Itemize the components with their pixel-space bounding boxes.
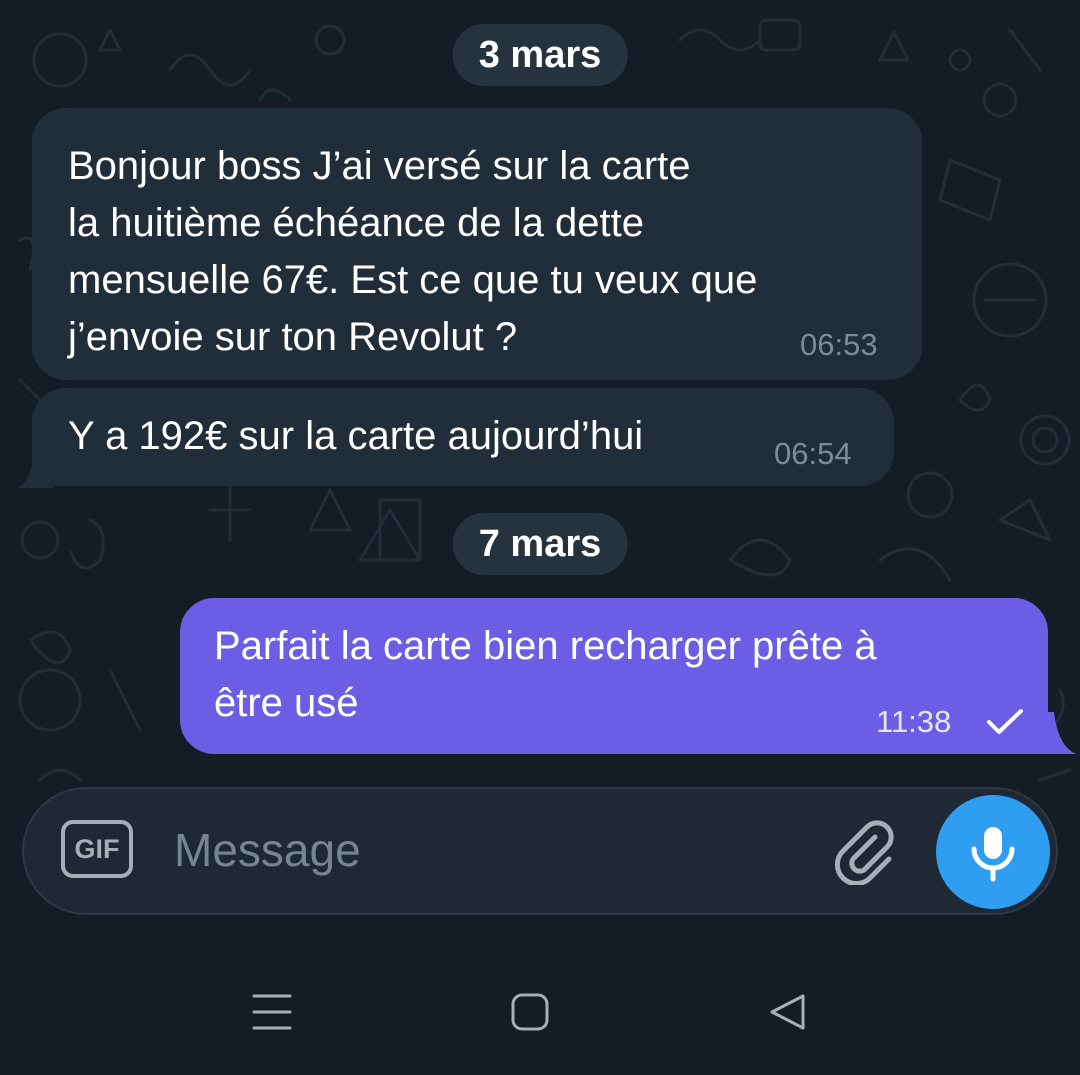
back-triangle-icon[interactable] <box>768 992 808 1032</box>
message-time: 06:53 <box>800 327 878 362</box>
message-bubble-incoming[interactable]: Y a 192€ sur la carte aujourd’hui 06:54 <box>32 388 894 486</box>
paperclip-icon[interactable] <box>829 815 899 885</box>
message-composer: GIF Message <box>22 787 1058 915</box>
message-time: 06:54 <box>774 436 852 471</box>
single-check-icon <box>987 709 1023 734</box>
voice-record-button[interactable] <box>936 795 1050 909</box>
gif-button[interactable]: GIF <box>61 820 133 878</box>
chat-screen: 3 mars Bonjour boss J’ai versé sur la ca… <box>0 0 1080 1075</box>
message-text: Y a 192€ sur la carte aujourd’hui <box>68 414 644 458</box>
home-square-icon[interactable] <box>510 992 550 1032</box>
message-bubble-incoming[interactable]: Bonjour boss J’ai versé sur la carte la … <box>32 108 922 380</box>
menu-icon[interactable] <box>252 992 292 1032</box>
message-input[interactable]: Message <box>174 817 361 883</box>
message-bubble-outgoing[interactable]: Parfait la carte bien recharger prête à … <box>180 598 1048 754</box>
message-time: 11:38 <box>876 704 952 739</box>
date-separator: 7 mars <box>452 513 628 575</box>
message-text: Bonjour boss J’ai versé sur la carte la … <box>68 144 758 359</box>
date-separator: 3 mars <box>452 24 628 86</box>
system-navigation-bar <box>0 960 1080 1075</box>
microphone-icon <box>971 827 1015 882</box>
